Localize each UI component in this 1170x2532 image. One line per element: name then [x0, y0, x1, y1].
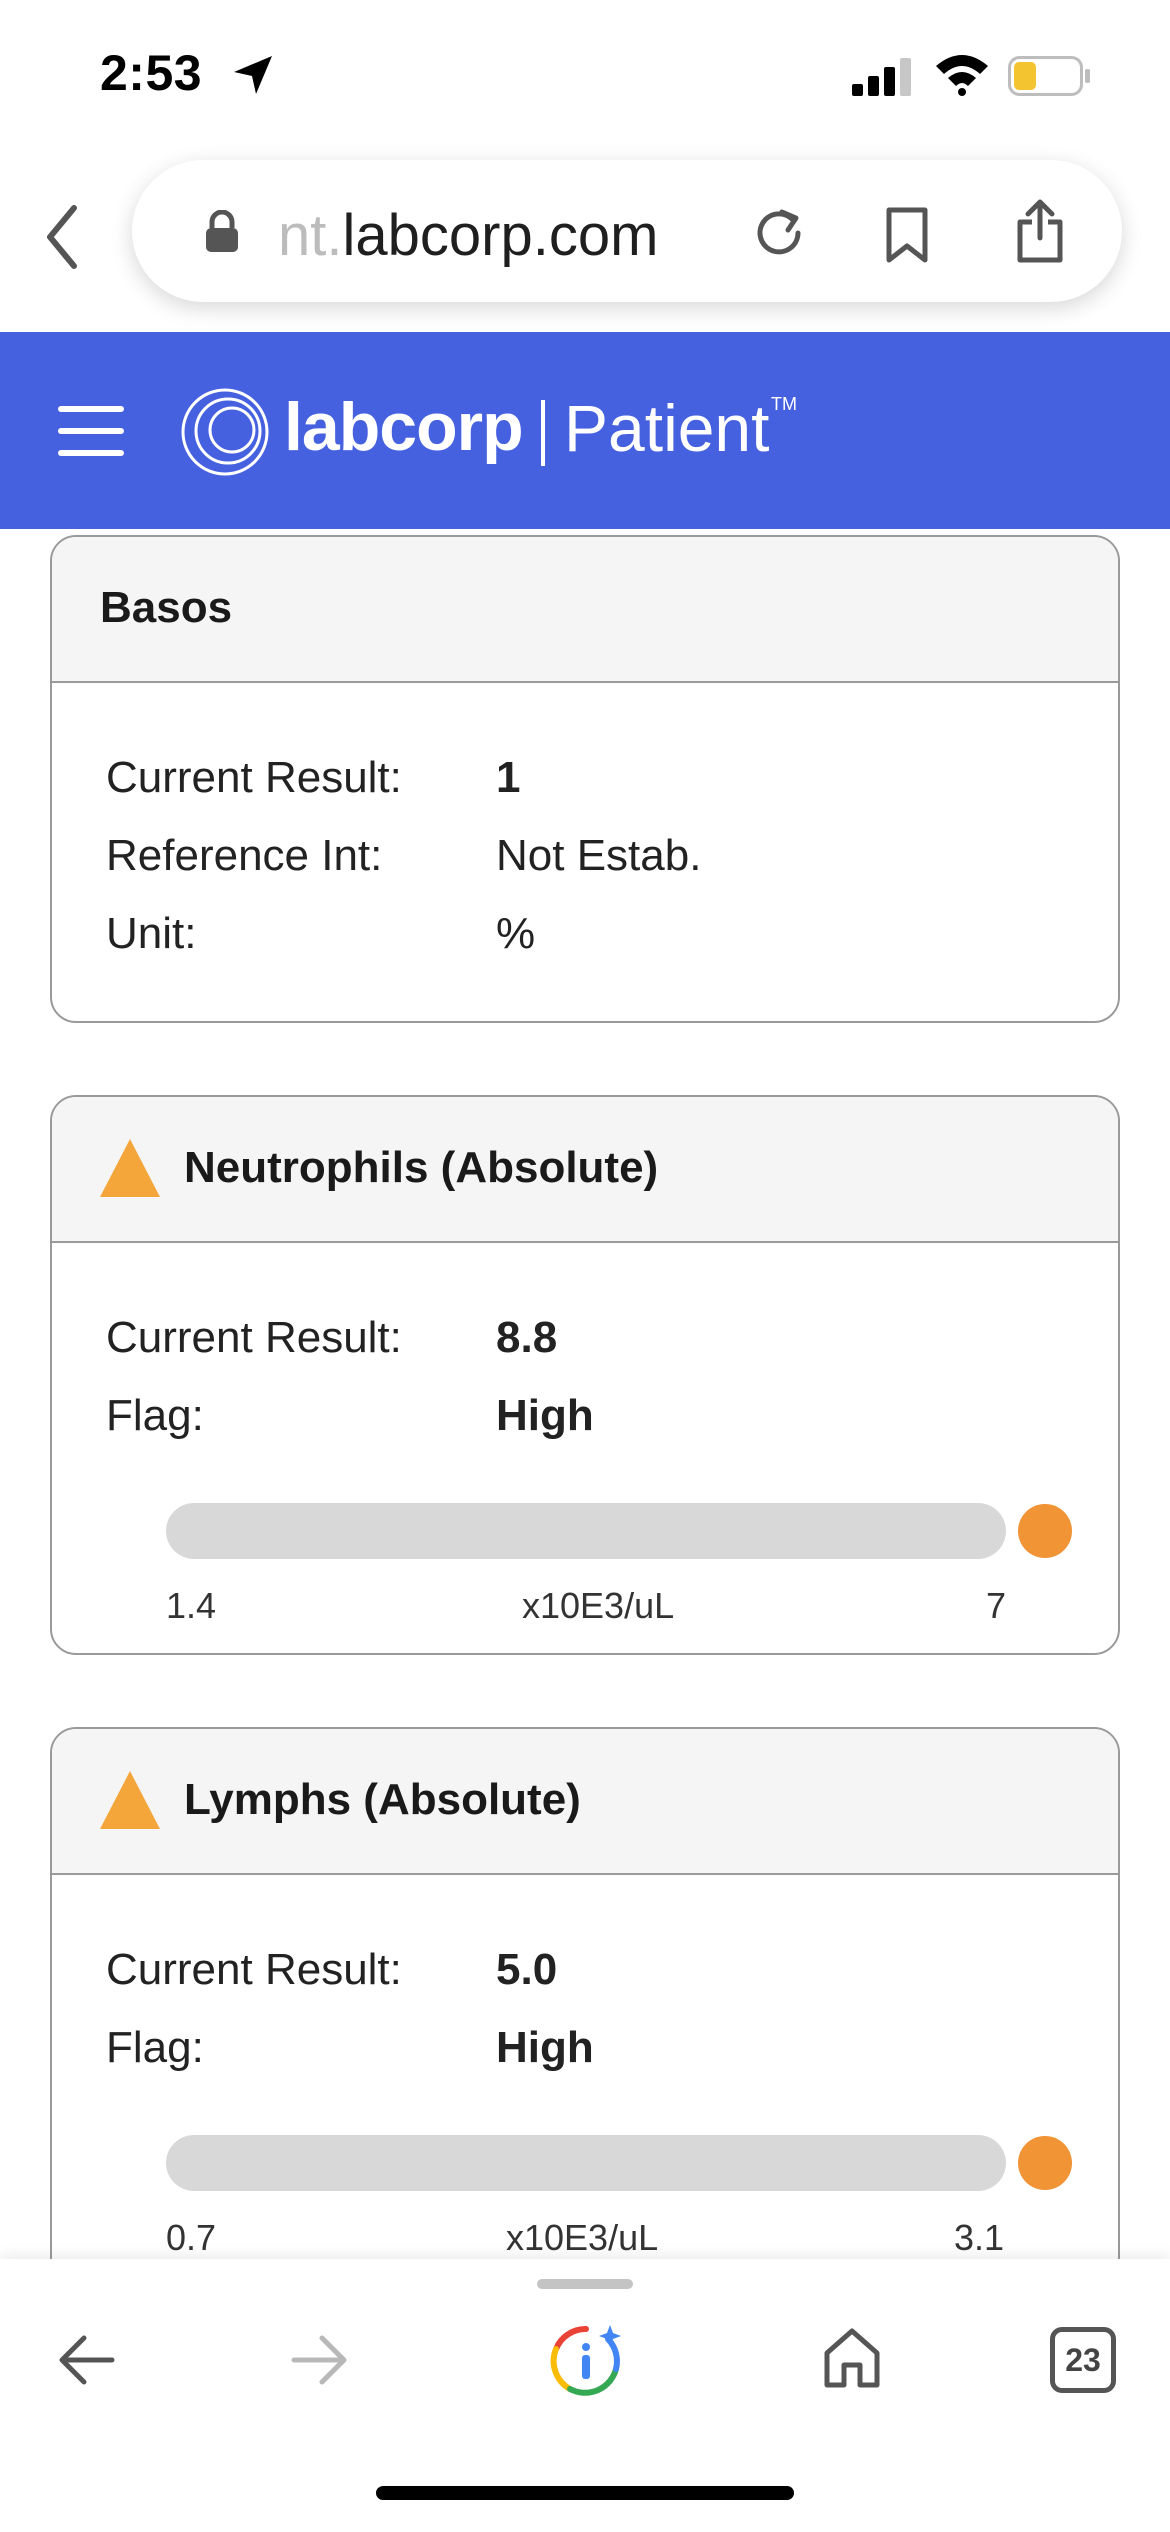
url-domain: labcorp.com [342, 203, 659, 268]
brand-name: labcorp [284, 389, 524, 465]
bookmark-icon[interactable] [884, 206, 930, 264]
address-bar[interactable]: nt.labcorp.com [132, 160, 1122, 302]
status-bar: 2:53 [0, 0, 1170, 150]
url-text[interactable]: nt.labcorp.com [278, 202, 658, 269]
labcorp-logo-icon [181, 388, 269, 476]
back-arrow-icon[interactable] [56, 2333, 116, 2387]
row-value: % [496, 909, 536, 958]
warning-triangle-icon [100, 1139, 160, 1197]
range-low: 0.7 [166, 2217, 217, 2258]
row-label: Unit: [106, 909, 197, 958]
wifi-icon [936, 55, 988, 96]
trademark: TM [771, 394, 797, 414]
battery-icon [1008, 56, 1090, 96]
result-card-lymphs: Lymphs (Absolute) Current Result: 5.0 Fl… [50, 1727, 1120, 2259]
status-time: 2:53 [100, 45, 203, 101]
warning-triangle-icon [100, 1771, 160, 1829]
chevron-left-icon[interactable] [42, 202, 82, 272]
lock-icon [206, 210, 238, 252]
brand-subtitle: Patient [564, 391, 770, 465]
location-arrow-icon [234, 56, 272, 94]
row-value: 8.8 [496, 1313, 558, 1362]
row-label: Current Result: [106, 1313, 402, 1362]
cellular-signal-icon [852, 58, 911, 96]
row-label: Current Result: [106, 753, 402, 802]
row-value: Not Estab. [496, 831, 702, 880]
result-marker [1018, 1504, 1072, 1558]
home-icon[interactable] [822, 2325, 882, 2389]
share-icon[interactable] [1014, 198, 1066, 264]
row-label: Reference Int: [106, 831, 383, 880]
row-label: Flag: [106, 2023, 204, 2072]
brand-divider [541, 400, 545, 466]
row-value: High [496, 2023, 594, 2072]
row-label: Flag: [106, 1391, 204, 1440]
range-high: 3.1 [954, 2217, 1005, 2258]
card-title: Neutrophils (Absolute) [184, 1143, 659, 1192]
range-track [166, 2135, 1006, 2191]
google-lens-icon[interactable] [548, 2323, 624, 2399]
card-header: Neutrophils (Absolute) [52, 1097, 1118, 1243]
row-value: 5.0 [496, 1945, 558, 1994]
card-header: Basos [52, 537, 1118, 683]
toolbar-grabber[interactable] [537, 2279, 633, 2289]
app-header: labcorp Patient TM [0, 332, 1170, 529]
result-marker [1018, 2136, 1072, 2190]
range-unit: x10E3/uL [522, 1585, 675, 1626]
range-low: 1.4 [166, 1585, 217, 1626]
card-header: Lymphs (Absolute) [52, 1729, 1118, 1875]
row-value: High [496, 1391, 594, 1440]
range-high: 7 [986, 1585, 1007, 1626]
tab-switcher-button[interactable]: 23 [1050, 2327, 1116, 2393]
results-content[interactable]: Basos Current Result: 1 Reference Int: N… [0, 529, 1170, 2259]
forward-arrow-icon[interactable] [290, 2333, 350, 2387]
reload-icon[interactable] [752, 206, 806, 260]
browser-bar: nt.labcorp.com [0, 150, 1170, 332]
url-faded-prefix: nt. [278, 203, 343, 268]
row-value: 1 [496, 753, 521, 802]
card-title: Lymphs (Absolute) [184, 1775, 581, 1824]
range-unit: x10E3/uL [506, 2217, 659, 2258]
result-card-basos: Basos Current Result: 1 Reference Int: N… [50, 535, 1120, 1023]
range-track [166, 1503, 1006, 1559]
card-title: Basos [100, 583, 233, 632]
home-indicator[interactable] [376, 2486, 794, 2500]
menu-icon[interactable] [58, 406, 124, 456]
row-label: Current Result: [106, 1945, 402, 1994]
result-card-neutrophils: Neutrophils (Absolute) Current Result: 8… [50, 1095, 1120, 1655]
